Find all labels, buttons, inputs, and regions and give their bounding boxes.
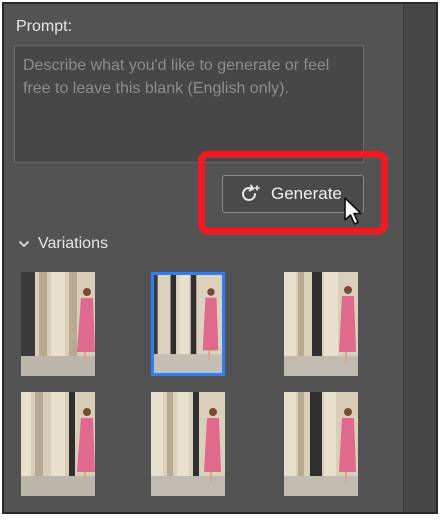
woman-in-floral-dress-image — [154, 275, 222, 373]
woman-in-floral-dress-image — [151, 392, 225, 496]
variations-label: Variations — [38, 235, 108, 252]
variation-thumbnail-3[interactable] — [284, 272, 358, 376]
variation-thumbnail-1[interactable] — [21, 272, 95, 376]
variation-thumbnail-5[interactable] — [151, 392, 225, 496]
variation-thumbnail-4[interactable] — [21, 392, 95, 496]
prompt-placeholder: Describe what you'd like to generate or … — [23, 57, 330, 97]
generate-refresh-icon — [242, 184, 260, 201]
woman-in-floral-dress-image — [21, 392, 95, 496]
woman-in-floral-dress-image — [284, 392, 358, 496]
generative-fill-panel-frame: Prompt: Describe what you'd like to gene… — [2, 2, 438, 514]
properties-panel: Prompt: Describe what you'd like to gene… — [4, 4, 403, 512]
woman-in-floral-dress-image — [284, 272, 358, 376]
mouse-pointer-icon — [344, 197, 362, 225]
variations-section-header[interactable]: Variations — [18, 235, 108, 253]
generate-button-label: Generate — [271, 184, 342, 203]
chevron-down-icon — [18, 240, 30, 248]
prompt-textarea[interactable]: Describe what you'd like to generate or … — [14, 45, 364, 163]
woman-in-floral-dress-image — [21, 272, 95, 376]
variation-thumbnail-2[interactable] — [151, 272, 225, 376]
prompt-label: Prompt: — [16, 18, 73, 35]
variation-thumbnail-6[interactable] — [284, 392, 358, 496]
panel-scroll-strip — [403, 4, 436, 512]
